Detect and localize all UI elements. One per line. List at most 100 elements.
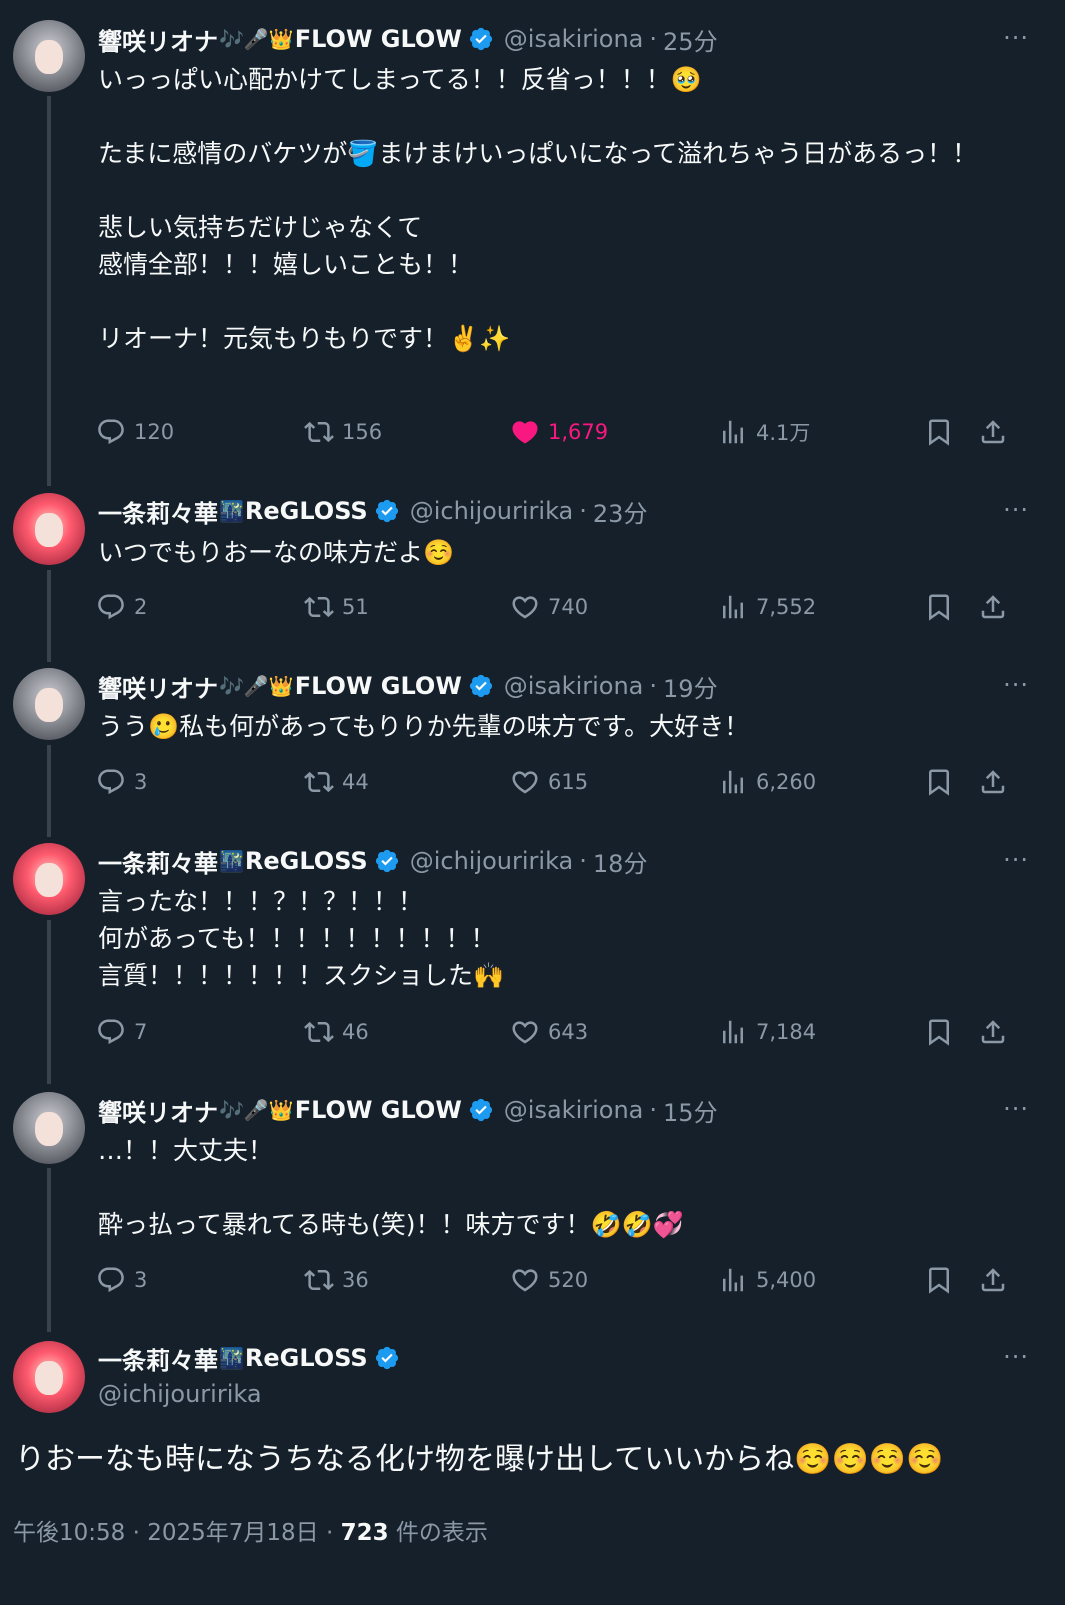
more-options-icon[interactable]: ··· [1003,496,1029,524]
avatar[interactable] [13,1341,85,1413]
handle[interactable]: @isakiriona [504,25,644,53]
like-button[interactable]: 740 [510,592,588,622]
reply-icon [98,594,124,620]
name-emoji: 🌃 [219,1346,244,1370]
group-name[interactable]: ReGLOSS [245,497,368,525]
views-count: 5,400 [756,1268,817,1292]
timestamp[interactable]: 25分 [663,22,718,57]
views-button[interactable]: 7,184 [718,1017,816,1047]
verified-badge-icon [375,849,398,873]
analytics-icon [723,595,743,619]
repost-count: 51 [342,595,369,619]
repost-button[interactable]: 46 [304,1017,369,1047]
more-options-icon[interactable]: ··· [1003,1095,1029,1123]
share-button[interactable] [978,1017,1016,1047]
analytics-icon [723,1268,743,1292]
handle[interactable]: @isakiriona [504,1096,644,1124]
avatar[interactable] [13,668,85,740]
share-button[interactable] [978,767,1016,797]
display-name[interactable]: 響咲リオナ [98,669,218,704]
bookmark-icon [929,419,949,446]
handle[interactable]: @isakiriona [504,672,644,700]
more-options-icon[interactable]: ··· [1003,1343,1029,1371]
separator: · [649,672,658,700]
bookmark-button[interactable] [924,417,962,447]
display-name[interactable]: 一条莉々華 [98,844,218,879]
avatar[interactable] [13,493,85,565]
post-time[interactable]: 午後10:58 · 2025年7月18日 · [13,1520,341,1546]
like-button[interactable]: 615 [510,767,588,797]
more-options-icon[interactable]: ··· [1003,24,1029,52]
share-icon [981,595,1005,619]
repost-icon [304,771,334,793]
bookmark-button[interactable] [924,592,962,622]
views-button[interactable]: 4.1万 [718,417,810,447]
more-options-icon[interactable]: ··· [1003,671,1029,699]
timestamp[interactable]: 23分 [593,494,648,529]
views-button[interactable]: 6,260 [718,767,816,797]
repost-button[interactable]: 36 [304,1265,369,1295]
group-name[interactable]: ReGLOSS [245,847,368,875]
handle[interactable]: @ichijouririka [410,497,574,525]
tweet-text: いつでもりおーなの味方だよ☺️ [98,538,455,567]
views-button[interactable]: 7,552 [718,592,816,622]
display-name[interactable]: 一条莉々華 [98,1341,218,1376]
heart-icon [512,1269,538,1292]
analytics-icon [723,420,743,444]
reply-button[interactable]: 120 [96,417,174,447]
reply-icon [98,1267,124,1293]
repost-icon [304,1021,334,1043]
group-name[interactable]: FLOW GLOW [295,25,462,53]
action-bar: 3 44 615 6,260 [96,767,1016,801]
action-bar: 120 156 1,679 4.1万 [96,417,1016,451]
handle[interactable]: @ichijouririka [98,1380,262,1408]
action-bar: 2 51 740 7,552 [96,592,1016,626]
avatar[interactable] [13,1092,85,1164]
display-name[interactable]: 響咲リオナ [98,22,218,57]
reply-button[interactable]: 2 [96,592,147,622]
bookmark-button[interactable] [924,767,962,797]
avatar[interactable] [13,843,85,915]
repost-button[interactable]: 51 [304,592,369,622]
display-name[interactable]: 響咲リオナ [98,1093,218,1128]
views-count: 6,260 [756,770,817,794]
main-tweet-text: りおーなも時になうちなる化け物を曝け出していいからね☺️☺️☺️☺️ [15,1442,944,1477]
avatar[interactable] [13,20,85,92]
share-button[interactable] [978,1265,1016,1295]
bookmark-button[interactable] [924,1017,962,1047]
reply-icon [98,769,124,795]
share-button[interactable] [978,592,1016,622]
reply-button[interactable]: 7 [96,1017,147,1047]
name-emoji: 🎶🎤👑 [219,674,294,698]
repost-count: 36 [342,1268,369,1292]
tweet-text: いっっぱい心配かけてしまってる！！反省っ！！！🥹 たまに感情のバケツが🪣まけまけ… [98,65,978,353]
reply-count: 3 [134,1268,148,1292]
share-icon [981,1020,1005,1044]
handle[interactable]: @ichijouririka [410,847,574,875]
like-button[interactable]: 520 [510,1265,588,1295]
repost-count: 44 [342,770,369,794]
reply-button[interactable]: 3 [96,767,147,797]
group-name[interactable]: FLOW GLOW [295,672,462,700]
more-options-icon[interactable]: ··· [1003,846,1029,874]
display-name[interactable]: 一条莉々華 [98,494,218,529]
timestamp[interactable]: 19分 [663,669,718,704]
group-name[interactable]: ReGLOSS [245,1344,368,1372]
share-icon [981,770,1005,794]
analytics-icon [723,1020,743,1044]
timestamp[interactable]: 15分 [663,1093,718,1128]
group-name[interactable]: FLOW GLOW [295,1096,462,1124]
repost-button[interactable]: 156 [304,417,382,447]
like-button[interactable]: 1,679 [510,417,608,447]
separator: · [579,497,587,525]
views-button[interactable]: 5,400 [718,1265,816,1295]
separator: · [649,25,658,53]
like-button[interactable]: 643 [510,1017,588,1047]
bookmark-button[interactable] [924,1265,962,1295]
tweet-text: うう🥲私も何があってもりりか先輩の味方です。大好き！ [98,712,750,741]
repost-button[interactable]: 44 [304,767,369,797]
timestamp[interactable]: 18分 [593,844,648,879]
reply-button[interactable]: 3 [96,1265,147,1295]
share-button[interactable] [978,417,1016,447]
views-count: 7,184 [756,1020,817,1044]
